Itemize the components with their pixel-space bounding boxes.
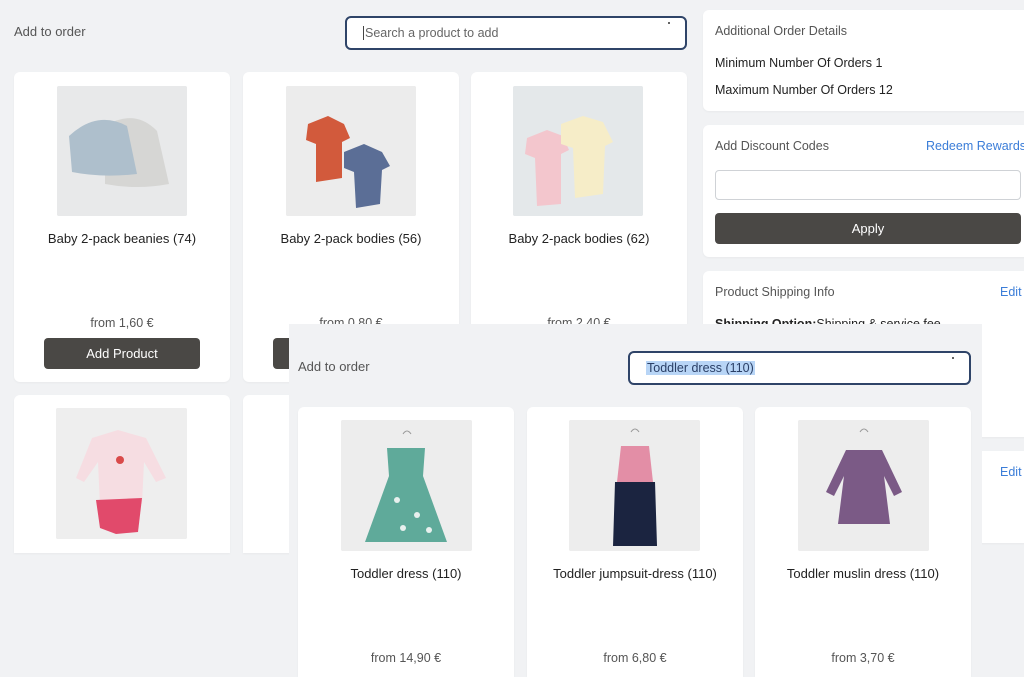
discount-code-input[interactable] bbox=[715, 170, 1021, 200]
product-price: from 3,70 € bbox=[831, 651, 895, 665]
product-search-input[interactable]: Search a product to add bbox=[345, 16, 687, 50]
shipping-title: Product Shipping Info bbox=[715, 285, 835, 299]
product-card[interactable]: Toddler jumpsuit-dress (110) from 6,80 € bbox=[527, 407, 743, 677]
overlay-add-to-order-title: Add to order bbox=[298, 359, 370, 374]
bodies-image bbox=[286, 86, 416, 216]
baby-bodysuit-image bbox=[56, 408, 187, 539]
search-dot-icon bbox=[952, 357, 954, 359]
product-price: from 14,90 € bbox=[370, 651, 442, 665]
product-card[interactable]: Toddler muslin dress (110) from 3,70 € bbox=[755, 407, 971, 677]
product-image bbox=[513, 86, 643, 216]
max-orders-text: Maximum Number Of Orders 12 bbox=[715, 83, 893, 97]
apply-button[interactable]: Apply bbox=[715, 213, 1021, 244]
product-name: Baby 2-pack beanies (74) bbox=[47, 231, 197, 246]
search-value-selected: Toddler dress (110) bbox=[646, 361, 755, 375]
product-price: from 1,60 € bbox=[90, 316, 154, 330]
overlay-product-search-input[interactable]: Toddler dress (110) bbox=[628, 351, 971, 385]
product-image bbox=[57, 86, 187, 216]
product-card[interactable]: Toddler dress (110) from 14,90 € bbox=[298, 407, 514, 677]
discount-panel: Add Discount Codes Redeem Rewards Apply bbox=[703, 125, 1024, 257]
toddler-dress-image bbox=[341, 420, 472, 551]
product-price: from 6,80 € bbox=[603, 651, 667, 665]
bodies-image bbox=[513, 86, 643, 216]
product-name: Baby 2-pack bodies (56) bbox=[280, 231, 422, 246]
muslin-dress-image bbox=[798, 420, 929, 551]
redeem-rewards-link[interactable]: Redeem Rewards bbox=[926, 139, 1024, 153]
product-name: Toddler dress (110) bbox=[350, 566, 462, 581]
shipping-edit-link[interactable]: Edit bbox=[1000, 285, 1022, 299]
address-edit-link[interactable]: Edit bbox=[1000, 465, 1022, 479]
product-card[interactable]: Baby 2-pack beanies (74) from 1,60 € Add… bbox=[14, 72, 230, 382]
min-orders-text: Minimum Number Of Orders 1 bbox=[715, 56, 883, 70]
product-name: Baby 2-pack bodies (62) bbox=[508, 231, 650, 246]
search-results-overlay: Add to order Toddler dress (110) Toddler… bbox=[289, 324, 982, 677]
product-image bbox=[56, 408, 187, 539]
product-image bbox=[286, 86, 416, 216]
search-dot-icon bbox=[668, 22, 670, 24]
add-product-button[interactable]: Add Product bbox=[44, 338, 200, 369]
product-name: Toddler jumpsuit-dress (110) bbox=[553, 566, 717, 581]
add-to-order-title: Add to order bbox=[14, 24, 86, 39]
discount-title: Add Discount Codes bbox=[715, 139, 829, 153]
order-details-panel: Additional Order Details Minimum Number … bbox=[703, 10, 1024, 111]
product-image bbox=[798, 420, 929, 551]
order-details-title: Additional Order Details bbox=[715, 24, 848, 38]
jumpsuit-dress-image bbox=[569, 420, 700, 551]
product-card[interactable] bbox=[14, 395, 230, 553]
product-image bbox=[569, 420, 700, 551]
search-placeholder: Search a product to add bbox=[363, 26, 499, 40]
beanies-image bbox=[57, 86, 187, 216]
product-name: Toddler muslin dress (110) bbox=[786, 566, 940, 581]
product-image bbox=[341, 420, 472, 551]
